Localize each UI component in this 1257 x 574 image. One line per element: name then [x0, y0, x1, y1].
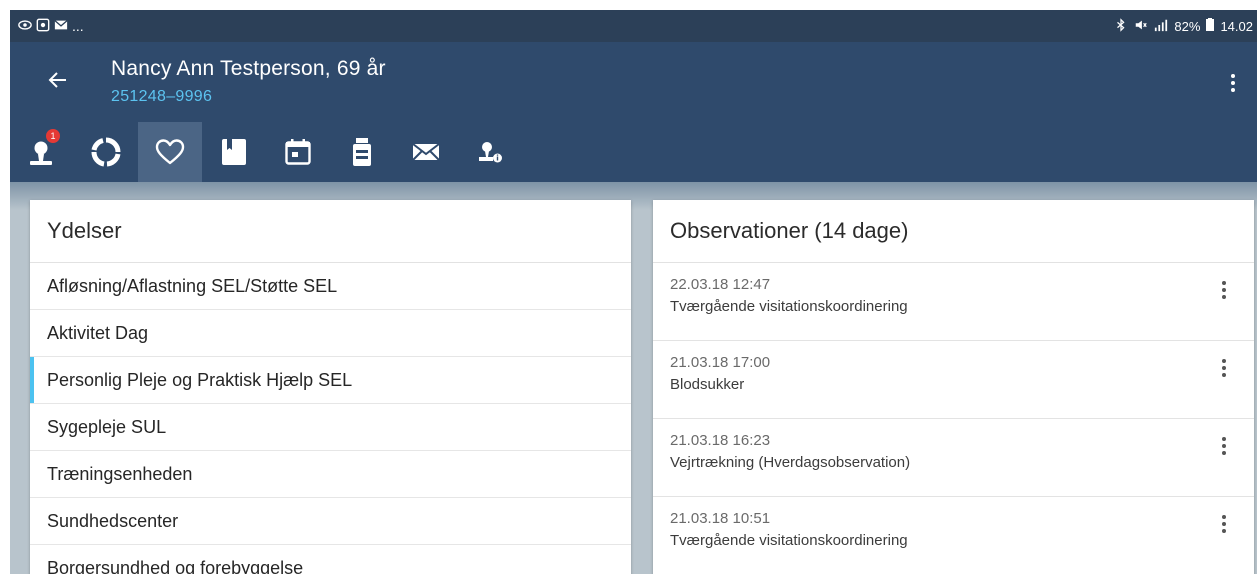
observation-menu-button[interactable]: [1214, 433, 1234, 459]
tab-messages[interactable]: [394, 122, 458, 182]
notification-badge: 1: [46, 129, 60, 143]
service-item[interactable]: Afløsning/Aflastning SEL/Støtte SEL: [30, 263, 631, 310]
mail-notification-icon: [54, 18, 68, 35]
calendar-icon: [285, 139, 311, 165]
pill-bottle-icon: [353, 138, 371, 166]
book-icon: [222, 139, 246, 165]
screen-record-icon: [36, 18, 50, 35]
services-card: Ydelser Afløsning/Aflastning SEL/Støtte …: [30, 200, 631, 574]
tab-cycle[interactable]: [74, 122, 138, 182]
observations-card: Observationer (14 dage) 22.03.18 12:47 T…: [653, 200, 1254, 574]
clock: 14.02: [1220, 18, 1253, 34]
person-info-icon: [479, 142, 502, 163]
observation-text: Tværgående visitationskoordinering: [670, 298, 908, 315]
cycle-icon: [91, 137, 121, 167]
patient-toolbar: 1: [10, 122, 1257, 184]
observation-text: Blodsukker: [670, 376, 745, 393]
observation-date: 22.03.18 12:47: [670, 276, 771, 293]
tab-journal[interactable]: [202, 122, 266, 182]
mute-icon: [1134, 18, 1148, 35]
overflow-menu-button[interactable]: [1221, 68, 1245, 98]
patient-name: Nancy Ann Testperson, 69 år: [111, 57, 386, 80]
observation-menu-button[interactable]: [1214, 277, 1234, 303]
observation-date: 21.03.18 16:23: [670, 432, 771, 449]
tab-citizen[interactable]: 1: [10, 122, 74, 182]
observation-item[interactable]: 21.03.18 16:23 Vejrtrækning (Hverdagsobs…: [653, 419, 1254, 497]
tab-citizen-info[interactable]: [458, 122, 522, 182]
service-item-selected[interactable]: Personlig Pleje og Praktisk Hjælp SEL: [30, 357, 631, 404]
observation-date: 21.03.18 17:00: [670, 354, 771, 371]
service-item[interactable]: Aktivitet Dag: [30, 310, 631, 357]
envelope-icon: [412, 143, 440, 161]
service-item[interactable]: Sygepleje SUL: [30, 404, 631, 451]
services-title: Ydelser: [30, 200, 631, 263]
service-item[interactable]: Sundhedscenter: [30, 498, 631, 545]
battery-icon: [1206, 18, 1215, 34]
observation-menu-button[interactable]: [1214, 511, 1234, 537]
observations-title: Observationer (14 dage): [653, 200, 1254, 263]
signal-icon: [1154, 18, 1168, 35]
arrow-left-icon: [48, 72, 66, 88]
eye-icon: [18, 18, 32, 35]
tab-health[interactable]: [138, 122, 202, 182]
back-button[interactable]: [40, 62, 76, 98]
observation-date: 21.03.18 10:51: [670, 510, 771, 527]
observation-menu-button[interactable]: [1214, 355, 1234, 381]
tab-calendar[interactable]: [266, 122, 330, 182]
heart-icon: [155, 139, 185, 165]
battery-percent: 82%: [1174, 18, 1201, 34]
app-header: Nancy Ann Testperson, 69 år 251248‒9996: [10, 42, 1257, 122]
service-item[interactable]: Borgersundhed og forebyggelse: [30, 545, 631, 574]
tab-medication[interactable]: [330, 122, 394, 182]
observation-text: Vejrtrækning (Hverdagsobservation): [670, 454, 911, 471]
service-item[interactable]: Træningsenheden: [30, 451, 631, 498]
app-frame: ... 82% 14.02 Nancy Ann Testperson, 69 å…: [10, 10, 1257, 574]
status-bar: ... 82% 14.02: [10, 10, 1257, 42]
patient-cpr: 251248‒9996: [111, 88, 213, 105]
observation-item[interactable]: 21.03.18 10:51 Tværgående visitationskoo…: [653, 497, 1254, 574]
status-more-text: ...: [72, 18, 84, 34]
bluetooth-icon: [1114, 17, 1128, 35]
observation-item[interactable]: 21.03.18 17:00 Blodsukker: [653, 341, 1254, 419]
observation-item[interactable]: 22.03.18 12:47 Tværgående visitationskoo…: [653, 263, 1254, 341]
observation-text: Tværgående visitationskoordinering: [670, 532, 908, 549]
